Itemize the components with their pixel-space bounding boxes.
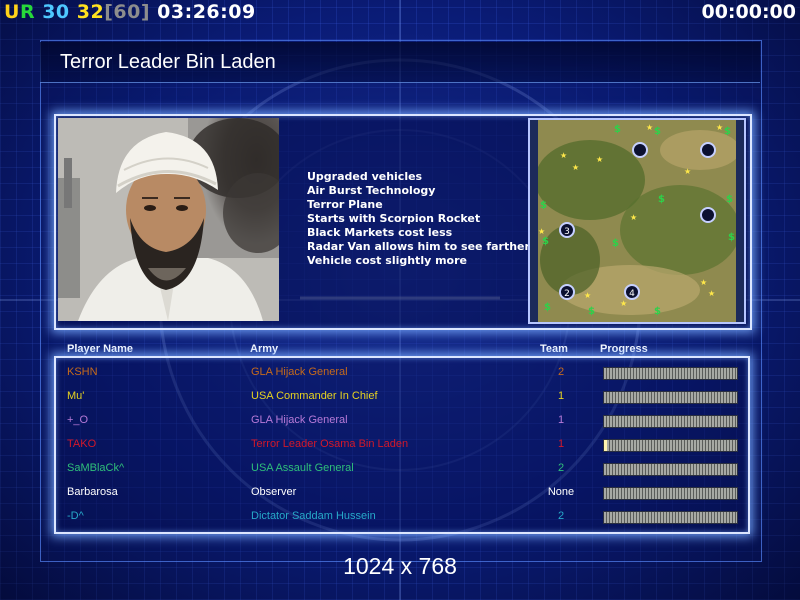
player-army: USA Assault General — [251, 462, 354, 474]
supply-dollar-icon: $ — [544, 302, 551, 313]
player-name: TAKO — [67, 438, 97, 450]
player-row: -D^ Dictator Saddam Hussein 2 — [56, 506, 746, 530]
supply-dollar-icon: $ — [540, 200, 547, 211]
player-row: KSHN GLA Hijack General 2 — [56, 362, 746, 386]
start-position-marker — [700, 207, 716, 223]
player-army: Observer — [251, 486, 297, 498]
progress-bar — [603, 367, 738, 380]
star-icon: ★ — [630, 213, 637, 222]
player-name: KSHN — [67, 366, 98, 378]
bonus-item: Air Burst Technology — [307, 184, 436, 197]
start-position-marker: 3 — [559, 222, 575, 238]
supply-dollar-icon: $ — [728, 232, 735, 243]
progress-bar — [603, 487, 738, 500]
supply-dollar-icon: $ — [724, 126, 731, 137]
progress-bar — [603, 439, 738, 452]
hud-ur-u: U — [4, 1, 20, 23]
star-icon: ★ — [538, 227, 545, 236]
player-row: SaMBlaCk^ USA Assault General 2 — [56, 458, 746, 482]
hud-ur-r: R — [19, 1, 36, 23]
player-name: Mu' — [67, 390, 85, 402]
supply-dollar-icon: $ — [588, 306, 595, 317]
star-icon: ★ — [708, 289, 715, 298]
player-army: GLA Hijack General — [251, 366, 348, 378]
start-position-marker: 4 — [624, 284, 640, 300]
supply-dollar-icon: $ — [726, 194, 733, 205]
hud-clock: 03:26:09 — [157, 1, 256, 23]
player-name: +_O — [67, 414, 89, 426]
hud-count-1: 30 — [42, 1, 70, 23]
start-position-marker: 2 — [559, 284, 575, 300]
start-position-number: 3 — [564, 227, 570, 237]
supply-dollar-icon: $ — [654, 126, 661, 137]
hud-count-2: 32 — [76, 1, 105, 23]
start-position-number: 4 — [629, 289, 635, 299]
header-army: Army — [250, 343, 279, 355]
player-row: Mu' USA Commander In Chief 1 — [56, 386, 746, 410]
progress-bar — [603, 511, 738, 524]
star-icon: ★ — [684, 167, 691, 176]
player-row: +_O GLA Hijack General 1 — [56, 410, 746, 434]
header-player-name: Player Name — [67, 343, 134, 355]
star-icon: ★ — [584, 291, 591, 300]
player-name: SaMBlaCk^ — [67, 462, 125, 474]
star-icon: ★ — [716, 123, 723, 132]
player-army: Dictator Saddam Hussein — [251, 510, 376, 522]
star-icon: ★ — [700, 278, 707, 287]
player-name: Barbarosa — [67, 486, 118, 498]
bonus-item: Terror Plane — [307, 198, 383, 211]
supply-dollar-icon: $ — [654, 306, 661, 317]
player-team: 1 — [557, 438, 565, 450]
general-title: Terror Leader Bin Laden — [60, 51, 276, 73]
resolution-label: 1024 x 768 — [343, 553, 457, 579]
player-team: 2 — [557, 366, 565, 378]
portrait-image — [58, 118, 279, 321]
hud-timer: 00:00:00 — [701, 1, 796, 23]
player-team: 2 — [557, 510, 565, 522]
minimap-terrain: 3 2 4 $ $ $ $ $ $ $ $ $ $ $ $ ★ ★ ★ ★ ★ … — [530, 120, 744, 322]
player-army: USA Commander In Chief — [251, 390, 378, 402]
supply-dollar-icon: $ — [658, 194, 665, 205]
header-progress: Progress — [600, 343, 648, 355]
star-icon: ★ — [646, 123, 653, 132]
hud-count-3: [60] — [104, 1, 151, 23]
player-row: Barbarosa Observer None — [56, 482, 746, 506]
bonus-item: Black Markets cost less — [307, 226, 453, 239]
bonus-item: Upgraded vehicles — [307, 170, 423, 183]
star-icon: ★ — [572, 163, 579, 172]
supply-dollar-icon: $ — [612, 238, 619, 249]
star-icon: ★ — [596, 155, 603, 164]
player-army: Terror Leader Osama Bin Laden — [251, 438, 409, 450]
bonus-item: Radar Van allows him to see farther — [307, 240, 530, 253]
header-team: Team — [540, 343, 568, 355]
player-row: TAKO Terror Leader Osama Bin Laden 1 — [56, 434, 746, 458]
bonus-item: Vehicle cost slightly more — [307, 254, 467, 267]
supply-dollar-icon: $ — [542, 236, 549, 247]
general-portrait — [58, 118, 279, 321]
progress-bar — [603, 391, 738, 404]
player-team: 2 — [557, 462, 565, 474]
supply-dollar-icon: $ — [614, 124, 621, 135]
player-team: 1 — [557, 414, 565, 426]
player-team: 1 — [557, 390, 565, 402]
star-icon: ★ — [560, 151, 567, 160]
progress-fill — [604, 440, 607, 451]
star-icon: ★ — [620, 299, 627, 308]
progress-bar — [603, 463, 738, 476]
hud-stats: UR 30 32[60] 03:26:09 — [4, 1, 256, 23]
map-preview: 3 2 4 $ $ $ $ $ $ $ $ $ $ $ $ ★ ★ ★ ★ ★ … — [528, 118, 746, 324]
start-position-marker — [632, 142, 648, 158]
player-name: -D^ — [67, 510, 84, 522]
player-army: GLA Hijack General — [251, 414, 348, 426]
start-position-number: 2 — [564, 289, 570, 299]
bonus-item: Starts with Scorpion Rocket — [307, 212, 481, 225]
player-team: None — [547, 486, 575, 498]
progress-bar — [603, 415, 738, 428]
general-bonus-list: Upgraded vehicles Air Burst Technology T… — [307, 170, 530, 268]
start-position-marker — [700, 142, 716, 158]
